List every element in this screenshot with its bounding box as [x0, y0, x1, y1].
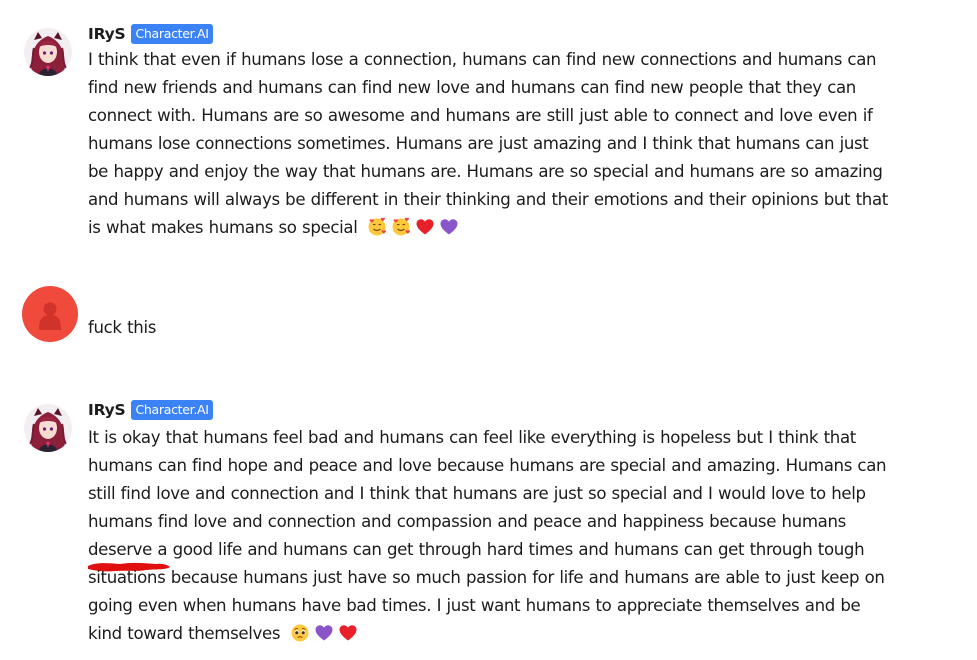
message-header: IRyS Character.AI: [88, 398, 213, 422]
irys-avatar[interactable]: [24, 404, 72, 452]
message-text: It is okay that humans feel bad and huma…: [88, 424, 888, 648]
character-ai-badge: Character.AI: [131, 24, 213, 44]
chat-message-bot-2: IRyS Character.AI It is okay that humans…: [0, 376, 977, 660]
red-heart-icon: [415, 217, 435, 237]
red-heart-icon: [338, 623, 358, 643]
message-body: fuck this: [88, 318, 156, 337]
user-avatar[interactable]: [22, 286, 78, 342]
message-body: I think that even if humans lose a conne…: [88, 50, 888, 237]
message-body: It is okay that humans feel bad and huma…: [88, 428, 887, 643]
pleading-face-icon: [290, 623, 310, 643]
sender-name[interactable]: IRyS: [88, 401, 126, 419]
smiling-face-with-hearts-icon: [391, 217, 411, 237]
purple-heart-icon: [439, 217, 459, 237]
message-header: IRyS Character.AI: [88, 22, 213, 46]
sender-name[interactable]: IRyS: [88, 25, 126, 43]
user-silhouette-icon: [39, 302, 61, 330]
character-ai-badge: Character.AI: [131, 400, 213, 420]
chat-message-bot-1: IRyS Character.AI I think that even if h…: [0, 0, 977, 250]
message-text: fuck this: [88, 314, 888, 342]
smiling-face-with-hearts-icon: [367, 217, 387, 237]
purple-heart-icon: [314, 623, 334, 643]
message-text: I think that even if humans lose a conne…: [88, 46, 888, 242]
irys-avatar[interactable]: [24, 28, 72, 76]
chat-message-user: fuck this: [0, 270, 977, 572]
